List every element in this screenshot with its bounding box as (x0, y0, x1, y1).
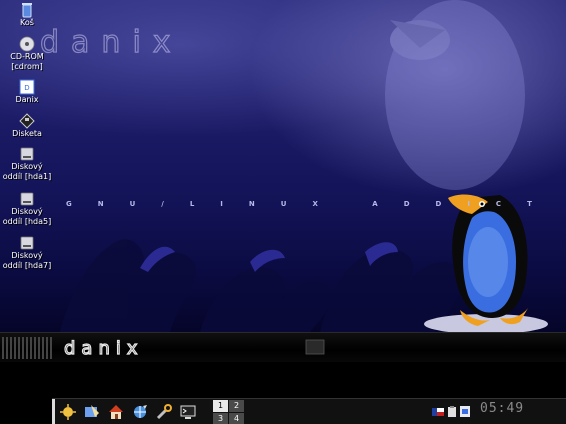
clipboard-icon[interactable] (448, 406, 456, 417)
kde-menu-icon (60, 404, 76, 420)
pager-desktop-3[interactable]: 3 (213, 413, 228, 424)
konqueror-icon (85, 405, 99, 417)
desktop-icon-label: Diskový oddíl [hda1] (2, 162, 52, 181)
control-center-button[interactable] (153, 401, 175, 423)
danix-icon: D (18, 79, 36, 95)
keyboard-layout-icon[interactable] (432, 408, 444, 416)
ghost-tux (385, 0, 525, 190)
clock[interactable]: 05:49 (480, 401, 523, 421)
kde-menu-button[interactable] (57, 401, 79, 423)
banner-stripes (2, 337, 52, 359)
svg-text:D: D (24, 84, 29, 92)
control-center-icon (156, 404, 172, 420)
floppy-icon (18, 113, 36, 129)
desktop-icon-label: Disketa (12, 129, 42, 138)
banner-graphic: danix (2, 337, 325, 360)
kmix-icon[interactable] (460, 406, 470, 417)
banner-small-icon (305, 339, 325, 355)
network-icon (134, 405, 147, 418)
desktop-icon-hda1[interactable]: Diskový oddíl [hda1] (0, 146, 54, 182)
desktop-icon-danix[interactable]: D Danix (0, 79, 54, 105)
home-button[interactable] (105, 401, 127, 423)
desktop-lower-area (0, 362, 566, 398)
harddisk-icon (18, 191, 36, 207)
desktop-icon-label: Koš (20, 18, 34, 27)
network-button[interactable] (129, 401, 151, 423)
desktop-icon-hda7[interactable]: Diskový oddíl [hda7] (0, 235, 54, 271)
pager-desktop-2[interactable]: 2 (229, 400, 244, 412)
desktop-icon-label: Diskový oddíl [hda7] (2, 251, 52, 270)
danix-banner: danix (0, 332, 566, 362)
desktop[interactable]: danix GNU/LINUX ADDICT Koš CD-ROM [cdrom… (0, 0, 566, 332)
home-icon (109, 405, 123, 419)
terminal-icon (180, 405, 196, 419)
panel-handle[interactable] (52, 399, 55, 424)
desktop-pager: 1 2 3 4 (213, 399, 245, 424)
desktop-icon-cdrom[interactable]: CD-ROM [cdrom] (0, 36, 54, 72)
pager-desktop-1[interactable]: 1 (213, 400, 228, 412)
banner-logo: danix (64, 338, 144, 359)
desktop-icon-trash[interactable]: Koš (0, 2, 54, 28)
cdrom-icon (18, 36, 36, 52)
harddisk-icon (18, 146, 36, 162)
shrubs (60, 239, 461, 332)
system-tray (432, 403, 474, 421)
kde-panel: 1 2 3 4 05:49 (52, 398, 566, 424)
svg-text:danix: danix (40, 25, 183, 60)
wallpaper-logo: danix (39, 24, 183, 60)
desktop-icon-label: CD-ROM [cdrom] (10, 52, 44, 71)
terminal-button[interactable] (177, 401, 199, 423)
konqueror-button[interactable] (81, 401, 103, 423)
harddisk-icon (18, 235, 36, 251)
wallpaper-tagline: GNU/LINUX ADDICT (66, 200, 558, 208)
pager-desktop-4[interactable]: 4 (229, 413, 244, 424)
desktop-icon-label: Danix (15, 95, 39, 104)
desktop-icon-label: Diskový oddíl [hda5] (2, 207, 52, 226)
desktop-icon-floppy[interactable]: Disketa (0, 113, 54, 139)
wallpaper: danix (39, 0, 548, 332)
trash-icon (18, 2, 36, 18)
desktop-icon-hda5[interactable]: Diskový oddíl [hda5] (0, 191, 54, 227)
